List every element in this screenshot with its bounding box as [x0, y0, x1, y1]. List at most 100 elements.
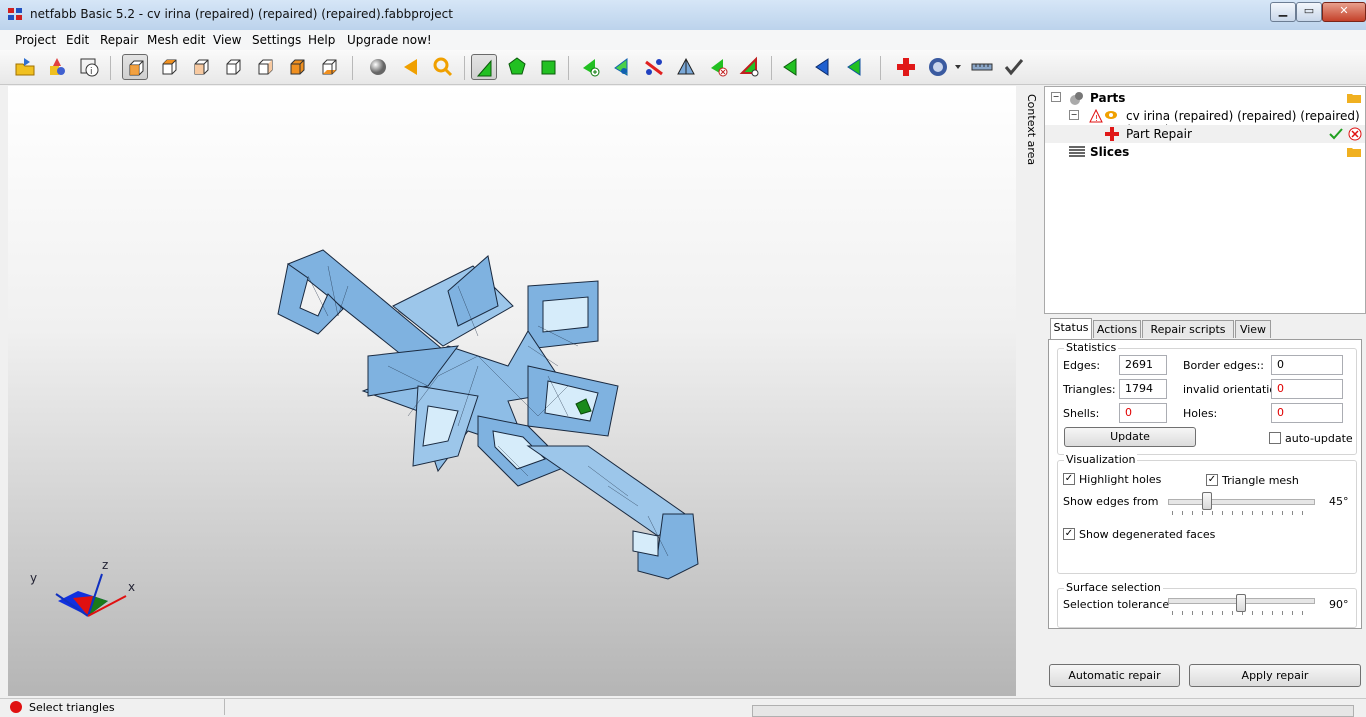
arrow-blue-icon[interactable]: [810, 54, 836, 80]
flag-icon[interactable]: [398, 54, 424, 80]
menu-project[interactable]: Project: [15, 33, 56, 47]
maximize-button[interactable]: ▭: [1296, 2, 1322, 22]
tree-row-part[interactable]: − ! cv irina (repaired) (repaired) (repa…: [1045, 107, 1365, 137]
svg-text:!: !: [1095, 114, 1098, 123]
show-edges-label: Show edges from: [1063, 495, 1159, 508]
title-bar: netfabb Basic 5.2 - cv irina (repaired) …: [0, 0, 1366, 31]
invalid-orientation-value: 0: [1271, 379, 1343, 399]
context-area-label: Context area: [1025, 94, 1038, 166]
select-triangle-icon[interactable]: [471, 54, 497, 80]
triangle-mesh-checkbox[interactable]: ✓: [1206, 474, 1218, 486]
open-folder-icon[interactable]: [12, 54, 38, 80]
visualization-group: Visualization ✓ Highlight holes ✓ Triang…: [1057, 453, 1357, 574]
menu-settings[interactable]: Settings: [252, 33, 301, 47]
statistics-title: Statistics: [1064, 341, 1119, 354]
view-back-icon[interactable]: [284, 54, 310, 80]
selection-tolerance-slider[interactable]: [1235, 594, 1246, 612]
selection-tolerance-value: 90°: [1329, 598, 1349, 611]
view-front-icon[interactable]: [188, 54, 214, 80]
context-area-strip[interactable]: [1020, 86, 1042, 696]
arrow-green-2-icon[interactable]: [842, 54, 868, 80]
axis-z-label: z: [102, 558, 109, 572]
warning-icon: !: [1089, 109, 1103, 123]
part-repair-label: Part Repair: [1126, 127, 1192, 141]
apply-repair-button[interactable]: Apply repair: [1189, 664, 1361, 687]
tree-row-parts[interactable]: − Parts: [1045, 89, 1365, 107]
tree-row-part-repair[interactable]: Part Repair: [1045, 125, 1365, 143]
parts-tree[interactable]: − Parts − ! cv irina (repaired) (repaire…: [1044, 86, 1366, 314]
view-right-icon[interactable]: [252, 54, 278, 80]
pyramid-icon[interactable]: [673, 54, 699, 80]
arrow-green-icon[interactable]: [778, 54, 804, 80]
tab-repair-scripts[interactable]: Repair scripts: [1142, 320, 1234, 338]
statistics-group: Statistics Edges: 2691 Border edges:: 0 …: [1057, 341, 1357, 455]
open-folder-icon[interactable]: [1347, 145, 1361, 157]
progress-bar: [752, 705, 1354, 717]
border-edges-label: Border edges::: [1183, 359, 1265, 372]
edges-value: 2691: [1119, 355, 1167, 375]
view-left-icon[interactable]: [220, 54, 246, 80]
menu-edit[interactable]: Edit: [66, 33, 89, 47]
view-top-icon[interactable]: [156, 54, 182, 80]
add-point-icon[interactable]: [609, 54, 635, 80]
show-edges-slider[interactable]: [1201, 492, 1212, 510]
parts-label: Parts: [1090, 91, 1126, 105]
toolbar: i: [0, 50, 1366, 85]
tab-actions[interactable]: Actions: [1093, 320, 1141, 338]
ruler-icon[interactable]: [969, 54, 995, 80]
menu-mesh-edit[interactable]: Mesh edit: [147, 33, 205, 47]
apply-check-icon[interactable]: [1329, 128, 1343, 140]
degenerated-faces-label: Show degenerated faces: [1079, 528, 1216, 541]
repair-cross-icon[interactable]: [893, 54, 919, 80]
view-perspective-icon[interactable]: [122, 54, 148, 80]
menu-repair[interactable]: Repair: [100, 33, 138, 47]
show-edges-ticks: [1172, 511, 1312, 515]
status-bar: Select triangles: [0, 698, 1366, 717]
checkmark-icon[interactable]: [1001, 54, 1027, 80]
select-shell-icon[interactable]: [536, 54, 562, 80]
border-edges-value: 0: [1271, 355, 1343, 375]
open-folder-icon[interactable]: [1347, 91, 1361, 103]
show-edges-value: 45°: [1329, 495, 1349, 508]
cancel-x-icon[interactable]: [1348, 127, 1362, 141]
highlight-holes-checkbox[interactable]: ✓: [1063, 473, 1075, 485]
remove-triangle-icon[interactable]: [705, 54, 731, 80]
select-surface-icon[interactable]: [504, 54, 530, 80]
close-button[interactable]: ✕: [1322, 2, 1366, 22]
status-text: Select triangles: [29, 701, 115, 714]
minimize-button[interactable]: ▁: [1270, 2, 1296, 22]
cut-icon[interactable]: [641, 54, 667, 80]
zoom-icon[interactable]: [430, 54, 456, 80]
tree-row-slices[interactable]: Slices: [1045, 143, 1365, 161]
triangle-mesh-label: Triangle mesh: [1222, 474, 1299, 487]
shells-label: Shells:: [1063, 407, 1100, 420]
automatic-repair-button[interactable]: Automatic repair: [1049, 664, 1180, 687]
part-info-icon[interactable]: i: [76, 54, 102, 80]
eye-icon[interactable]: [1105, 110, 1117, 120]
status-panel: Statistics Edges: 2691 Border edges:: 0 …: [1048, 339, 1362, 629]
slices-icon: [1069, 146, 1085, 157]
edges-label: Edges:: [1063, 359, 1101, 372]
3d-viewport[interactable]: y z x: [8, 86, 1016, 696]
parts-icon: [1070, 92, 1083, 105]
degenerated-faces-checkbox[interactable]: ✓: [1063, 528, 1075, 540]
menu-help[interactable]: Help: [308, 33, 335, 47]
auto-update-checkbox[interactable]: [1269, 432, 1281, 444]
mesh-model[interactable]: [8, 86, 1016, 696]
repair-cross-icon: [1105, 127, 1119, 141]
add-triangle-icon[interactable]: [577, 54, 603, 80]
fill-hole-icon[interactable]: [737, 54, 763, 80]
holes-value: 0: [1271, 403, 1343, 423]
add-part-icon[interactable]: [44, 54, 70, 80]
tab-view[interactable]: View: [1235, 320, 1271, 338]
show-edges-track: [1168, 499, 1315, 505]
gauge-icon[interactable]: [925, 54, 965, 80]
shells-value: 0: [1119, 403, 1167, 423]
sphere-icon[interactable]: [365, 54, 391, 80]
menu-upgrade[interactable]: Upgrade now!: [347, 33, 432, 47]
tab-status[interactable]: Status: [1050, 318, 1092, 340]
selection-tolerance-label: Selection tolerance: [1063, 598, 1170, 611]
update-button[interactable]: Update: [1064, 427, 1196, 447]
menu-view[interactable]: View: [213, 33, 241, 47]
view-bottom-icon[interactable]: [316, 54, 342, 80]
